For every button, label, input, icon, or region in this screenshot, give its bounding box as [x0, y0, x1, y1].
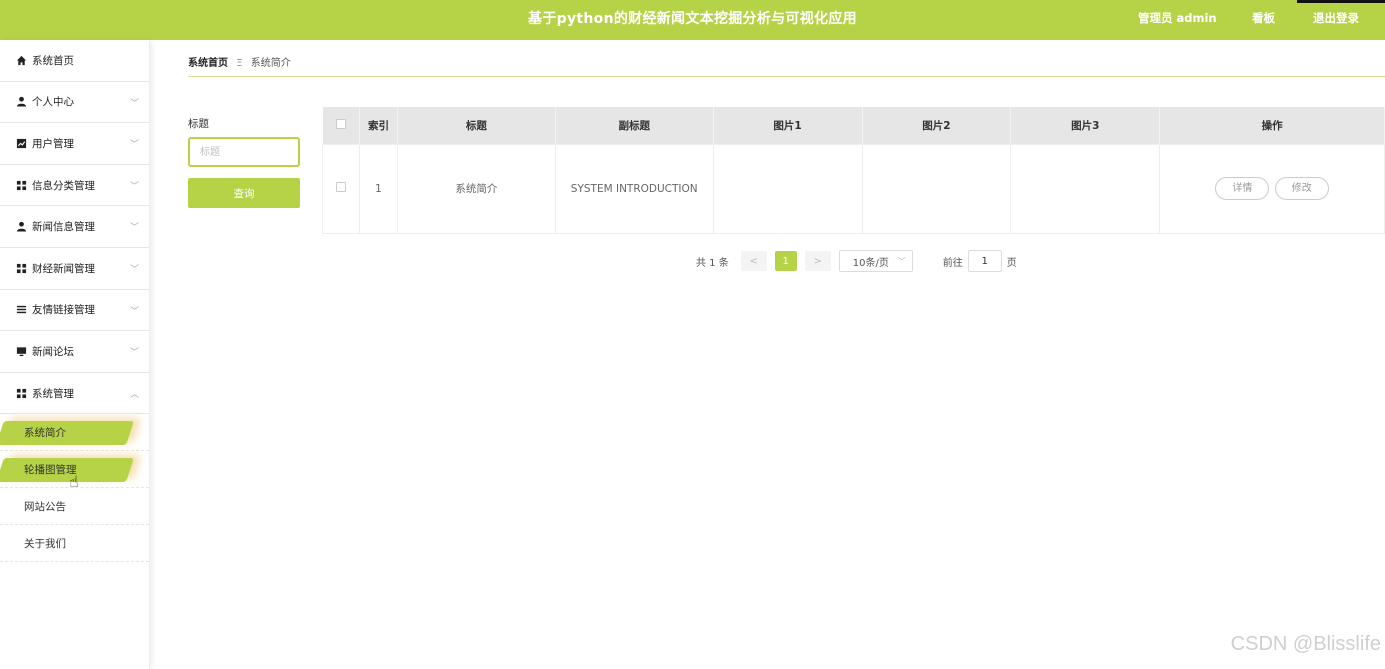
chevron-down-icon: ﹀	[129, 140, 139, 151]
dashboard-link[interactable]: 看板	[1252, 0, 1275, 36]
goto-label: 前往	[942, 257, 963, 269]
top-header-bar: 基于python的财经新闻文本挖掘分析与可视化应用 管理员 admin 看板 退…	[0, 0, 1385, 40]
chart-icon	[15, 137, 27, 149]
breadcrumb-home[interactable]: 系统首页	[188, 58, 228, 69]
sidebar-subitem-label: 系统简介	[24, 426, 66, 439]
column-header[interactable]: 图片1	[713, 107, 863, 144]
prev-page-button[interactable]: <	[740, 251, 767, 271]
chevron-down-icon: ﹀	[129, 98, 139, 109]
list-icon	[15, 304, 27, 316]
chevron-down-icon: ﹀	[129, 306, 139, 317]
subtitle-cell: SYSTEM INTRODUCTION	[554, 143, 714, 234]
sidebar-item-forum[interactable]: 新闻论坛 ﹀	[0, 331, 149, 373]
column-header[interactable]: 标题	[397, 107, 556, 144]
page-suffix-label: 页	[1006, 257, 1017, 269]
sidebar-subitem-system-intro[interactable]: 系统简介	[0, 414, 149, 452]
sidebar-item-news-management[interactable]: 新闻信息管理 ﹀	[0, 206, 149, 248]
monitor-icon	[15, 345, 27, 357]
edit-button[interactable]: 修改	[1274, 177, 1329, 200]
grid-icon	[15, 262, 27, 274]
chevron-down-icon: ﹀	[129, 223, 139, 234]
sidebar-item-system-management[interactable]: 系统管理 ︿	[0, 373, 149, 415]
sidebar-item-label: 新闻论坛	[32, 345, 74, 358]
grid-icon	[15, 387, 27, 399]
search-label: 标题	[188, 118, 209, 130]
column-header[interactable]: 图片3	[1010, 107, 1161, 144]
grid-icon	[15, 179, 27, 191]
sidebar-subitem-label: 关于我们	[24, 537, 66, 550]
chevron-down-icon: ﹀	[129, 181, 139, 192]
sidebar-item-personal-center[interactable]: 个人中心 ﹀	[0, 82, 149, 124]
goto-page-input[interactable]: 1	[967, 250, 1002, 272]
image3-cell	[1010, 143, 1161, 234]
table-header-row: 索引 标题 副标题 图片1 图片2 图片3 操作	[322, 107, 1385, 144]
select-all-checkbox[interactable]	[335, 118, 346, 129]
main-content: 系统首页 Ξ 系统简介 标题 查询 索引 标题 副标题 图片1 图片2 图片3 …	[150, 40, 1385, 669]
sidebar-item-user-management[interactable]: 用户管理 ﹀	[0, 123, 149, 165]
hand-cursor-icon: ☝	[69, 472, 79, 491]
row-checkbox[interactable]	[335, 182, 346, 192]
sidebar-item-category-management[interactable]: 信息分类管理 ﹀	[0, 165, 149, 207]
chevron-down-icon: ﹀	[897, 256, 906, 266]
sidebar-item-link-management[interactable]: 友情链接管理 ﹀	[0, 290, 149, 332]
index-cell: 1	[358, 143, 398, 234]
query-button[interactable]: 查询	[188, 178, 300, 208]
user-icon	[15, 96, 27, 108]
sidebar-item-label: 新闻信息管理	[32, 221, 95, 234]
image2-cell	[861, 143, 1012, 234]
page-size-value: 10条/页	[852, 257, 889, 269]
title-cell: 系统简介	[396, 143, 556, 234]
breadcrumb-divider	[188, 76, 1385, 77]
user-icon	[15, 221, 27, 233]
sidebar-item-label: 个人中心	[32, 96, 74, 109]
chevron-up-icon: ︿	[129, 389, 139, 400]
sidebar-item-label: 财经新闻管理	[32, 262, 95, 275]
watermark: CSDN @Blisslife	[1230, 633, 1381, 655]
title-search-input[interactable]	[188, 137, 300, 167]
chevron-down-icon: ﹀	[129, 348, 139, 359]
page-number-button[interactable]: 1	[774, 251, 797, 271]
row-select-cell	[322, 143, 360, 234]
logout-link[interactable]: 退出登录	[1313, 0, 1359, 36]
table-row: 1 系统简介 SYSTEM INTRODUCTION 详情 修改	[322, 143, 1385, 234]
image1-cell	[712, 143, 863, 234]
sidebar-subitem-announcements[interactable]: 网站公告	[0, 488, 149, 526]
breadcrumb-current: 系统简介	[250, 58, 291, 69]
total-count: 共 1 条	[696, 257, 729, 269]
admin-user-label[interactable]: 管理员 admin	[1138, 0, 1217, 36]
sidebar-subitem-about-us[interactable]: 关于我们	[0, 525, 149, 563]
column-header[interactable]: 副标题	[555, 107, 714, 144]
column-header[interactable]: 图片2	[862, 107, 1012, 144]
sidebar-subitem-label: 网站公告	[24, 500, 66, 513]
detail-button[interactable]: 详情	[1215, 177, 1270, 200]
chevron-down-icon: ﹀	[129, 264, 139, 275]
sidebar-item-label: 用户管理	[32, 137, 74, 150]
breadcrumb-separator: Ξ	[236, 58, 243, 69]
column-header[interactable]: 索引	[359, 107, 398, 144]
data-table: 索引 标题 副标题 图片1 图片2 图片3 操作 1 系统简介 SYSTEM I…	[322, 107, 1385, 234]
select-all-cell	[322, 107, 360, 144]
actions-cell: 详情 修改	[1159, 143, 1385, 234]
pagination: 共 1 条 < 1 > 10条/页 ﹀ 前往 1 页	[696, 250, 1017, 272]
sidebar-item-home[interactable]: 系统首页	[0, 40, 149, 82]
next-page-button[interactable]: >	[804, 251, 831, 271]
page-size-select[interactable]: 10条/页 ﹀	[838, 250, 913, 272]
sidebar-item-finance-news-management[interactable]: 财经新闻管理 ﹀	[0, 248, 149, 290]
sidebar-item-label: 友情链接管理	[32, 304, 95, 317]
sidebar-item-label: 系统首页	[32, 54, 74, 67]
sidebar-item-label: 系统管理	[32, 387, 74, 400]
column-header: 操作	[1159, 107, 1385, 144]
home-icon	[15, 54, 27, 66]
sidebar: 系统首页 个人中心 ﹀ 用户管理 ﹀ 信息分类管理 ﹀ 新闻信息管理 ﹀ 财经新…	[0, 40, 150, 669]
top-edge-line	[1297, 0, 1385, 3]
sidebar-item-label: 信息分类管理	[32, 179, 95, 192]
breadcrumb: 系统首页 Ξ 系统简介	[188, 54, 291, 69]
